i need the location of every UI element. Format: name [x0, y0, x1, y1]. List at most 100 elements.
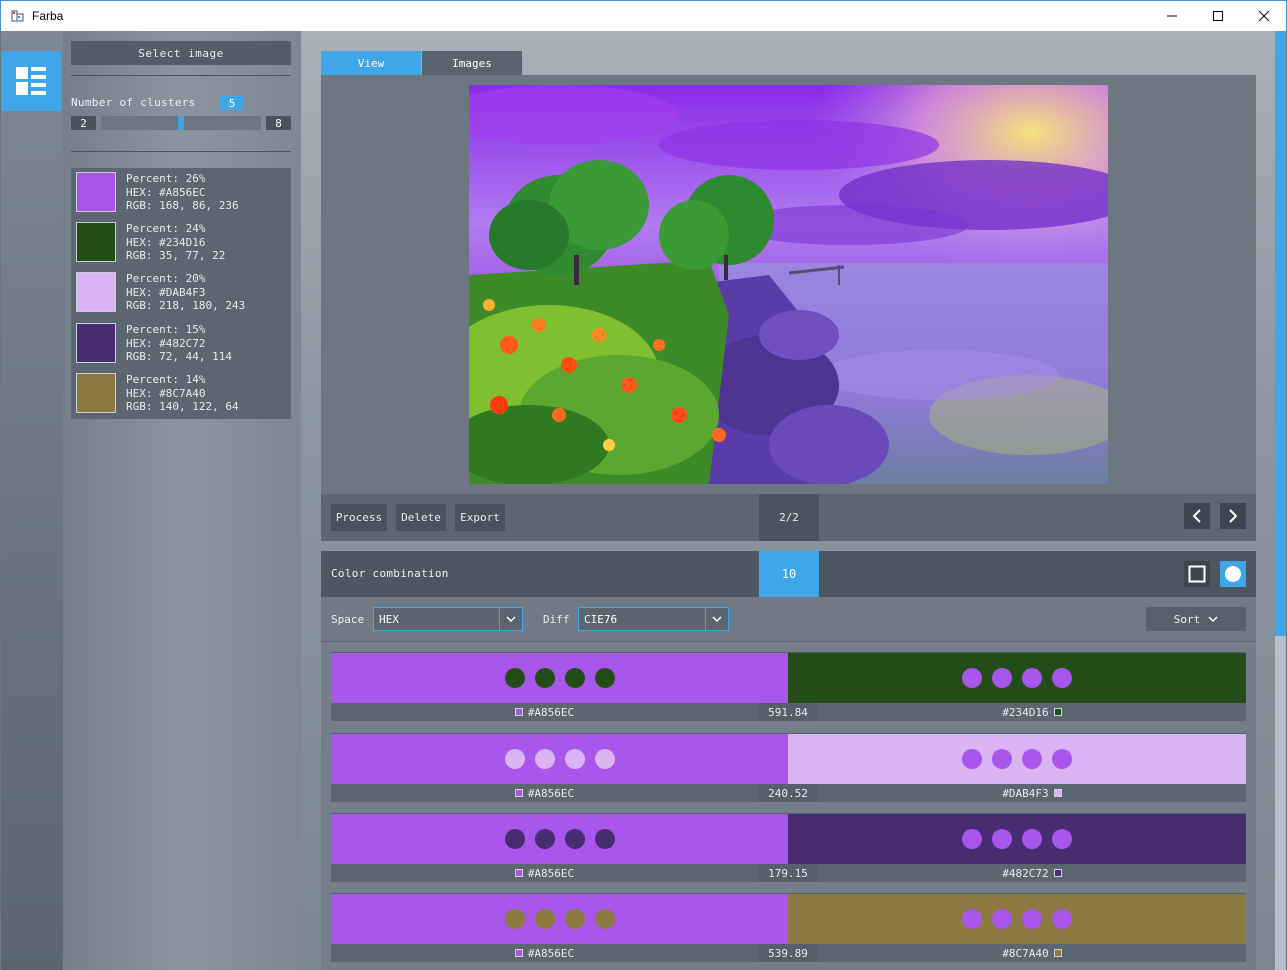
- mini-swatch: [1053, 869, 1062, 877]
- color-swatch: [76, 272, 116, 312]
- palette-item: Percent: 24% HEX: #234D16 RGB: 35, 77, 22: [71, 218, 291, 268]
- pair-right-label: #482C72: [818, 864, 1246, 882]
- space-select[interactable]: HEX: [373, 607, 523, 631]
- minimize-button[interactable]: [1149, 1, 1195, 31]
- right-hex: #8C7A40: [1002, 946, 1049, 960]
- chevron-right-icon: [1229, 509, 1238, 523]
- color-dot: [962, 749, 982, 769]
- chevron-left-icon: [1192, 509, 1201, 523]
- left-hex: #A856EC: [527, 946, 575, 960]
- title-bar: Farba: [0, 0, 1287, 31]
- color-pair-row[interactable]: #A856EC 240.52 #DAB4F3: [331, 733, 1246, 803]
- settings-panel: Select image Number of clusters 5 2 8 Pe…: [63, 31, 301, 970]
- export-button[interactable]: Export: [455, 504, 505, 531]
- pair-distance: 591.84: [758, 703, 818, 721]
- palette-list: Percent: 26% HEX: #A856EC RGB: 168, 86, 23…: [71, 168, 291, 419]
- color-dot: [1052, 749, 1072, 769]
- color-dot: [534, 749, 555, 769]
- color-pair-row[interactable]: #A856EC 591.84 #234D16: [331, 652, 1246, 722]
- mini-swatch: [514, 789, 523, 797]
- square-icon: [1188, 565, 1206, 583]
- color-dot: [594, 749, 615, 769]
- color-pair-row[interactable]: #A856EC 179.15 #482C72: [331, 813, 1246, 883]
- pair-footer: #A856EC 591.84 #234D16: [331, 703, 1246, 721]
- process-button[interactable]: Process: [331, 504, 387, 531]
- color-dot: [504, 909, 525, 929]
- tab-images[interactable]: Images: [422, 51, 522, 75]
- delete-button[interactable]: Delete: [396, 504, 446, 531]
- color-dot: [594, 909, 615, 929]
- right-hex: #234D16: [1002, 705, 1049, 719]
- close-button[interactable]: [1241, 1, 1287, 31]
- divider: [71, 75, 291, 76]
- maximize-icon: [1213, 11, 1223, 21]
- pair-right-label: #8C7A40: [818, 944, 1246, 962]
- rail-view-button[interactable]: [1, 51, 61, 111]
- pair-left-label: #A856EC: [331, 784, 758, 802]
- pair-left-block: [331, 733, 788, 784]
- color-dot: [594, 668, 615, 688]
- pair-left-label: #A856EC: [331, 703, 758, 721]
- chevron-down-icon: [705, 608, 728, 630]
- pair-right-label: #DAB4F3: [818, 784, 1246, 802]
- hex-text: HEX: #234D16: [126, 235, 206, 249]
- color-dot: [534, 668, 555, 688]
- left-hex: #A856EC: [527, 786, 575, 800]
- close-icon: [1258, 10, 1270, 22]
- percent-text: Percent: 15%: [126, 323, 206, 336]
- circle-shape-button[interactable]: [1220, 561, 1246, 587]
- scrollbar-thumb[interactable]: [1275, 31, 1286, 636]
- scrollbar[interactable]: [1275, 31, 1286, 970]
- space-select-value: HEX: [379, 612, 399, 626]
- mini-swatch: [1053, 789, 1062, 797]
- color-dot: [1022, 829, 1042, 849]
- percent-text: Percent: 20%: [126, 272, 206, 285]
- pair-distance: 240.52: [758, 784, 818, 802]
- palette-app-icon: [10, 8, 26, 24]
- previous-image-button[interactable]: [1184, 503, 1210, 529]
- pair-distance: 539.89: [758, 944, 818, 962]
- space-label: Space: [331, 613, 365, 626]
- palette-item: Percent: 26% HEX: #A856EC RGB: 168, 86, 23…: [71, 168, 291, 218]
- color-dot: [564, 829, 585, 849]
- color-dot: [992, 829, 1012, 849]
- palette-item-text: Percent: 24% HEX: #234D16 RGB: 35, 77, 22: [126, 222, 225, 263]
- next-image-button[interactable]: [1220, 503, 1246, 529]
- left-hex: #A856EC: [527, 866, 575, 880]
- color-dot: [962, 829, 982, 849]
- palette-item: Percent: 20% HEX: #DAB4F3 RGB: 218, 180, 2…: [71, 268, 291, 318]
- select-image-button[interactable]: Select image: [71, 41, 291, 65]
- palette-item-text: Percent: 15% HEX: #482C72 RGB: 72, 44, 114: [126, 323, 232, 364]
- color-swatch: [76, 172, 116, 212]
- palette-item-text: Percent: 26% HEX: #A856EC RGB: 168, 86, 23…: [126, 172, 239, 213]
- page-indicator: 2/2: [759, 494, 819, 541]
- color-swatch: [76, 323, 116, 363]
- color-pair-row[interactable]: #A856EC 539.89 #8C7A40: [331, 893, 1246, 963]
- clusters-slider-thumb[interactable]: [178, 116, 184, 130]
- combination-count: 10: [759, 551, 819, 597]
- side-rail: [1, 31, 63, 970]
- color-dot: [504, 749, 525, 769]
- square-shape-button[interactable]: [1184, 561, 1210, 587]
- slider-max-label: 8: [266, 116, 291, 130]
- hex-text: HEX: #8C7A40: [126, 386, 206, 400]
- image-toolbar: Process Delete Export 2/2: [321, 494, 1256, 541]
- color-dot: [594, 829, 615, 849]
- palette-item-text: Percent: 20% HEX: #DAB4F3 RGB: 218, 180, 2…: [126, 272, 245, 313]
- color-dot: [1052, 668, 1072, 688]
- pair-right-block: [788, 733, 1246, 784]
- color-combination-header: Color combination 10: [321, 551, 1256, 597]
- left-hex: #A856EC: [527, 705, 575, 719]
- pair-distance: 179.15: [758, 864, 818, 882]
- tab-view[interactable]: View: [321, 51, 421, 75]
- pair-footer: #A856EC 539.89 #8C7A40: [331, 944, 1246, 962]
- color-dot: [992, 749, 1012, 769]
- pair-left-block: [331, 893, 788, 944]
- diff-select[interactable]: CIE76: [578, 607, 729, 631]
- sort-button[interactable]: Sort: [1146, 607, 1246, 631]
- rgb-text: RGB: 168, 86, 236: [126, 199, 239, 212]
- list-view-icon: [16, 67, 46, 95]
- sort-label: Sort: [1173, 612, 1201, 626]
- maximize-button[interactable]: [1195, 1, 1241, 31]
- circle-icon: [1225, 566, 1241, 582]
